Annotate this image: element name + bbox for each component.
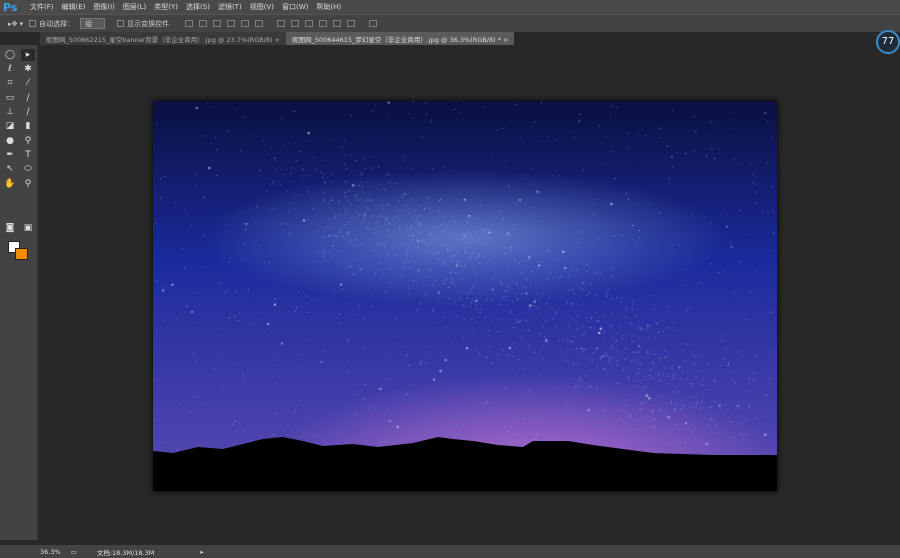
- align-bottom-icon[interactable]: [213, 20, 222, 27]
- document-tabs: 昵图网_500862215_星空banner背景（非企业商用）.jpg @ 23…: [40, 32, 515, 45]
- show-transform-label: 显示变换控件: [127, 19, 170, 28]
- stamp-tool-icon[interactable]: ⊥: [3, 106, 17, 118]
- performance-badge: 77: [876, 30, 900, 54]
- distribute-right-icon[interactable]: [347, 20, 356, 27]
- magic-wand-icon[interactable]: ✱: [21, 63, 35, 75]
- document-image-starry-sky[interactable]: [153, 101, 777, 491]
- auto-select-dropdown[interactable]: 组: [80, 18, 106, 29]
- share-icon[interactable]: ▭: [71, 548, 77, 556]
- brush-tool-icon[interactable]: ∕: [21, 92, 35, 104]
- tab-document-2[interactable]: 昵图网_500644615_梦幻星空（非企业商用）.jpg @ 36.3%(RG…: [286, 32, 515, 45]
- eyedropper-icon[interactable]: ⁄: [21, 77, 35, 89]
- dodge-tool-icon[interactable]: ⚲: [21, 135, 35, 147]
- move-tool-preset-icon[interactable]: ▸✥ ▾: [8, 20, 23, 28]
- tab-document-1[interactable]: 昵图网_500862215_星空banner背景（非企业商用）.jpg @ 23…: [40, 32, 287, 45]
- menu-image[interactable]: 图像(I): [93, 2, 115, 12]
- distribute-bottom-icon[interactable]: [305, 20, 314, 27]
- menu-file[interactable]: 文件(F): [30, 2, 54, 12]
- eraser-tool-icon[interactable]: ◪: [3, 120, 17, 132]
- crop-tool-icon[interactable]: ⌗: [3, 77, 17, 89]
- document-size: 文档:18.3M/18.3M: [96, 548, 155, 557]
- photoshop-logo: Ps: [3, 0, 18, 14]
- pen-tool-icon[interactable]: ✒: [3, 149, 17, 161]
- menu-help[interactable]: 帮助(H): [316, 2, 341, 12]
- status-bar: 36.3% ▭ 文档:18.3M/18.3M ▸: [0, 545, 900, 558]
- blur-tool-icon[interactable]: ●: [3, 135, 17, 147]
- menu-layer[interactable]: 图层(L): [123, 2, 146, 12]
- align-right-icon[interactable]: [255, 20, 264, 27]
- show-transform-checkbox[interactable]: 显示变换控件: [117, 19, 169, 29]
- distribute-vcenter-icon[interactable]: [291, 20, 300, 27]
- ellipse-shape-icon[interactable]: ⬭: [21, 163, 35, 175]
- options-bar: ▸✥ ▾ 自动选择： 组 显示变换控件: [0, 14, 900, 32]
- status-menu-arrow[interactable]: ▸: [200, 548, 203, 556]
- screen-mode-icon[interactable]: ▣: [21, 222, 35, 234]
- align-top-icon[interactable]: [185, 20, 194, 27]
- history-brush-icon[interactable]: ∕: [21, 106, 35, 118]
- menu-bar: Ps 文件(F) 编辑(E) 图像(I) 图层(L) 类型(Y) 选择(S) 滤…: [0, 0, 900, 14]
- distribute-hcenter-icon[interactable]: [333, 20, 342, 27]
- move-tool-icon[interactable]: ▸: [21, 49, 35, 61]
- healing-brush-icon[interactable]: ▭: [3, 92, 17, 104]
- type-tool-icon[interactable]: T: [21, 149, 35, 161]
- menu-view[interactable]: 视图(V): [250, 2, 274, 12]
- distribute-left-icon[interactable]: [319, 20, 328, 27]
- path-select-icon[interactable]: ↖: [3, 163, 17, 175]
- align-left-icon[interactable]: [227, 20, 236, 27]
- lasso-tool-icon[interactable]: ℓ: [3, 63, 17, 75]
- auto-align-icon[interactable]: [369, 20, 378, 27]
- hand-tool-icon[interactable]: ✋: [3, 178, 17, 190]
- zoom-tool-icon[interactable]: ⚲: [21, 178, 35, 190]
- quick-mask-icon[interactable]: ◙: [3, 222, 17, 234]
- gradient-tool-icon[interactable]: ▮: [21, 120, 35, 132]
- menu-select[interactable]: 选择(S): [186, 2, 210, 12]
- align-vcenter-icon[interactable]: [199, 20, 208, 27]
- menu-type[interactable]: 类型(Y): [154, 2, 178, 12]
- mountain-silhouette: [153, 437, 777, 491]
- marquee-tool-icon[interactable]: ◯: [3, 49, 17, 61]
- close-icon[interactable]: ×: [275, 36, 280, 44]
- close-icon[interactable]: ×: [503, 36, 508, 44]
- menu-edit[interactable]: 编辑(E): [62, 2, 86, 12]
- background-color-swatch[interactable]: [15, 248, 28, 260]
- zoom-level[interactable]: 36.3%: [40, 548, 61, 556]
- menu-filter[interactable]: 滤镜(T): [218, 2, 242, 12]
- align-hcenter-icon[interactable]: [241, 20, 250, 27]
- auto-select-checkbox[interactable]: 自动选择：: [29, 19, 74, 29]
- tab-label: 昵图网_500644615_梦幻星空（非企业商用）.jpg @ 36.3%(RG…: [292, 36, 501, 44]
- tab-label: 昵图网_500862215_星空banner背景（非企业商用）.jpg @ 23…: [46, 36, 273, 44]
- menu-window[interactable]: 窗口(W): [282, 2, 308, 12]
- auto-select-label: 自动选择：: [39, 19, 75, 28]
- distribute-top-icon[interactable]: [277, 20, 286, 27]
- tools-panel: ◯ ▸ ℓ ✱ ⌗ ⁄ ▭ ∕ ⊥ ∕ ◪ ▮ ● ⚲ ✒ T ↖ ⬭ ✋ ⚲ …: [0, 45, 38, 540]
